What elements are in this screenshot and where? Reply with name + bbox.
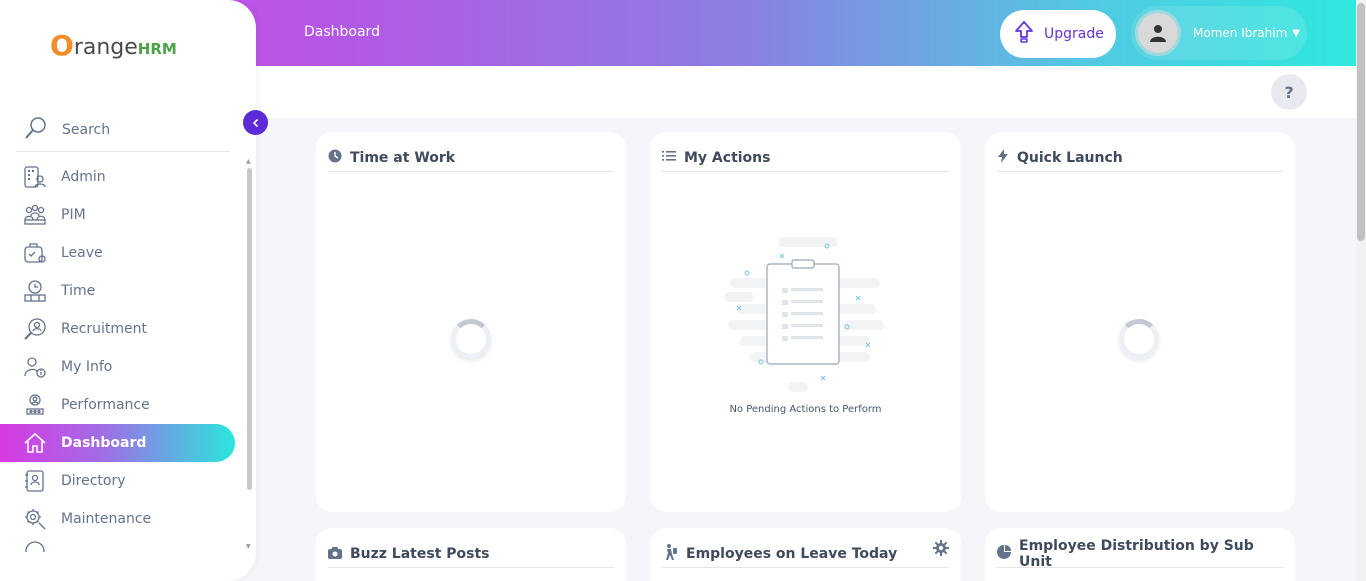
recruitment-icon (22, 316, 48, 342)
buzz-icon (22, 538, 48, 552)
empty-clipboard-illustration (724, 237, 884, 392)
sidebar-item-label: Leave (61, 245, 103, 261)
scrollbar-thumb[interactable] (247, 168, 252, 490)
sidebar: O range HRM Search Admin PIM Leave Time … (0, 0, 256, 581)
sidebar-item-leave[interactable]: Leave (0, 234, 256, 272)
leave-icon (22, 240, 48, 266)
sidebar-scrollbar[interactable]: ▲ ▼ (245, 158, 253, 550)
sidebar-item-label: PIM (61, 207, 86, 223)
directory-icon (22, 468, 48, 494)
card-header: My Actions (662, 144, 949, 172)
card-title: Buzz Latest Posts (350, 545, 490, 562)
time-icon (22, 278, 48, 304)
employee-distribution-card: Employee Distribution by Sub Unit (985, 528, 1295, 581)
card-title: My Actions (684, 149, 771, 166)
gear-icon[interactable] (933, 540, 949, 560)
empty-state-text: No Pending Actions to Perform (729, 404, 882, 415)
performance-icon (22, 392, 48, 418)
orangehrm-logo[interactable]: O range HRM (50, 32, 177, 60)
search-label: Search (62, 121, 111, 138)
sidebar-menu: Admin PIM Leave Time Recruitment My Info… (0, 158, 256, 552)
scroll-up-icon[interactable]: ▲ (246, 158, 251, 165)
loading-spinner (451, 319, 491, 359)
card-header: Quick Launch (997, 144, 1283, 172)
sidebar-item-directory[interactable]: Directory (0, 462, 256, 500)
page-title: Dashboard (304, 24, 380, 40)
list-icon (662, 148, 676, 167)
home-icon (22, 430, 48, 456)
card-title: Time at Work (350, 149, 456, 166)
quick-launch-card: Quick Launch (985, 132, 1295, 512)
camera-icon (328, 544, 342, 563)
employees-on-leave-card: Employees on Leave Today (650, 528, 961, 581)
sidebar-item-label: Dashboard (61, 435, 147, 451)
time-at-work-card: Time at Work (316, 132, 626, 512)
sidebar-item-label: Admin (61, 169, 106, 185)
person-walking-icon (662, 543, 678, 564)
logo-o: O (50, 29, 74, 62)
user-silhouette-icon (1150, 25, 1166, 42)
pim-icon (22, 202, 48, 228)
sidebar-item-dashboard[interactable]: Dashboard (0, 424, 235, 462)
card-header: Employee Distribution by Sub Unit (997, 537, 1283, 570)
card-title: Quick Launch (1017, 149, 1123, 166)
chevron-left-icon[interactable] (243, 110, 268, 135)
sidebar-item-label: Time (61, 283, 96, 299)
logo-range: range (73, 35, 138, 60)
upgrade-label: Upgrade (1044, 26, 1104, 42)
buzz-latest-posts-card: Buzz Latest Posts (316, 528, 626, 581)
sidebar-item-label: My Info (61, 359, 113, 375)
clock-icon (328, 148, 342, 167)
sidebar-item-label: Recruitment (61, 321, 148, 337)
sidebar-item-partial[interactable] (0, 538, 256, 552)
sidebar-search[interactable]: Search (16, 108, 230, 152)
card-header: Buzz Latest Posts (328, 540, 614, 568)
bolt-icon (997, 148, 1009, 167)
search-icon (24, 116, 48, 144)
upgrade-arrow-icon (1014, 20, 1034, 48)
sub-header (256, 66, 1356, 118)
card-header: Time at Work (328, 144, 614, 172)
scrollbar-thumb[interactable] (1357, 3, 1365, 241)
maintenance-icon (22, 506, 48, 532)
card-title: Employees on Leave Today (686, 545, 898, 562)
sidebar-item-my-info[interactable]: My Info (0, 348, 256, 386)
upgrade-button[interactable]: Upgrade (1000, 10, 1116, 58)
sidebar-item-label: Maintenance (61, 511, 152, 527)
logo-hrm: HRM (137, 40, 177, 58)
sidebar-item-admin[interactable]: Admin (0, 158, 256, 196)
scroll-down-icon[interactable]: ▼ (246, 543, 251, 550)
page-scrollbar[interactable] (1356, 0, 1366, 581)
admin-icon (22, 164, 48, 190)
user-dropdown[interactable]: Momen Ibrahim ▼ (1131, 6, 1307, 60)
sidebar-item-label: Directory (61, 473, 126, 489)
help-button[interactable]: ? (1271, 74, 1307, 110)
user-name: Momen Ibrahim (1193, 26, 1288, 40)
sidebar-item-time[interactable]: Time (0, 272, 256, 310)
card-title: Employee Distribution by Sub Unit (1019, 537, 1254, 570)
pie-chart-icon (997, 544, 1011, 563)
sidebar-item-recruitment[interactable]: Recruitment (0, 310, 256, 348)
loading-spinner (1119, 319, 1159, 359)
sidebar-item-pim[interactable]: PIM (0, 196, 256, 234)
sidebar-item-maintenance[interactable]: Maintenance (0, 500, 256, 538)
avatar (1135, 10, 1181, 56)
sidebar-item-performance[interactable]: Performance (0, 386, 256, 424)
sidebar-item-label: Performance (61, 397, 150, 413)
card-header: Employees on Leave Today (662, 540, 949, 568)
my-info-icon (22, 354, 48, 380)
my-actions-card: My Actions No Pending Actions to Perform (650, 132, 961, 512)
caret-down-icon: ▼ (1292, 27, 1300, 39)
